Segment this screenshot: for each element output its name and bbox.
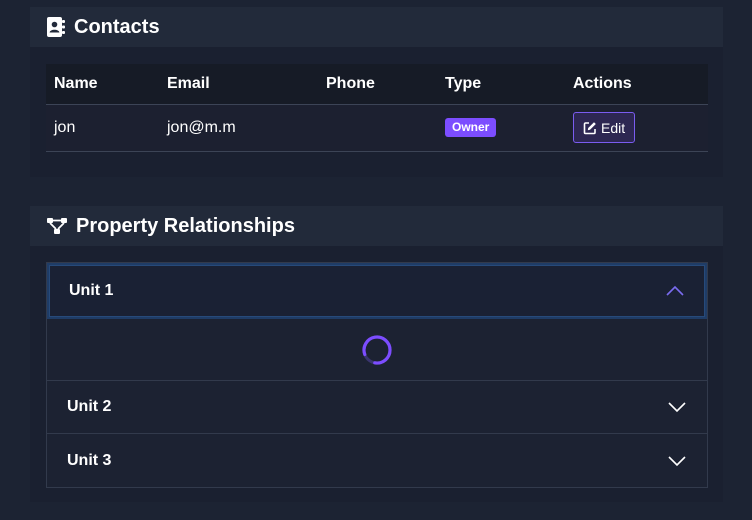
accordion-header-unit-1[interactable]: Unit 1	[47, 263, 707, 319]
property-relationships-title: Property Relationships	[76, 214, 295, 237]
contacts-card: Contacts Name Email Phone Type Actions j…	[30, 7, 723, 177]
contact-name: jon	[54, 118, 76, 136]
contacts-title: Contacts	[74, 15, 160, 38]
page: Contacts Name Email Phone Type Actions j…	[0, 0, 752, 520]
contact-actions-cell: Edit	[565, 104, 708, 151]
edit-icon	[583, 121, 597, 135]
table-row: jon jon@m.m Owner Edit	[46, 104, 708, 151]
unit-3-label: Unit 3	[67, 451, 112, 469]
units-accordion: Unit 1 Unit 2 Unit 3	[46, 262, 708, 488]
chevron-down-icon	[667, 401, 687, 413]
address-book-icon	[46, 16, 66, 38]
accordion-header-unit-3[interactable]: Unit 3	[47, 434, 707, 487]
accordion-header-unit-2[interactable]: Unit 2	[47, 381, 707, 434]
column-header-actions: Actions	[573, 74, 632, 92]
contact-type-cell: Owner	[437, 104, 565, 151]
contacts-header: Contacts	[30, 7, 723, 47]
column-header-phone: Phone	[326, 74, 375, 92]
property-relationships-header: Property Relationships	[30, 206, 723, 246]
contact-phone	[318, 104, 437, 151]
unit-1-body	[47, 319, 707, 381]
table-header-row: Name Email Phone Type Actions	[46, 64, 708, 104]
property-relationships-card: Property Relationships Unit 1 Unit 2 Uni…	[30, 206, 723, 502]
chevron-down-icon	[667, 455, 687, 467]
column-header-name: Name	[54, 74, 98, 92]
contacts-table: Name Email Phone Type Actions jon jon@m.…	[46, 64, 708, 152]
sitemap-icon	[46, 216, 68, 236]
column-header-type: Type	[445, 74, 482, 92]
edit-button[interactable]: Edit	[573, 112, 636, 143]
unit-2-label: Unit 2	[67, 398, 112, 415]
chevron-up-icon	[665, 285, 685, 297]
unit-1-label: Unit 1	[69, 282, 114, 299]
edit-button-label: Edit	[601, 119, 626, 136]
column-header-email: Email	[167, 74, 210, 92]
contact-email: jon@m.m	[167, 118, 236, 136]
loading-spinner-icon	[360, 333, 394, 367]
owner-badge: Owner	[445, 118, 497, 137]
